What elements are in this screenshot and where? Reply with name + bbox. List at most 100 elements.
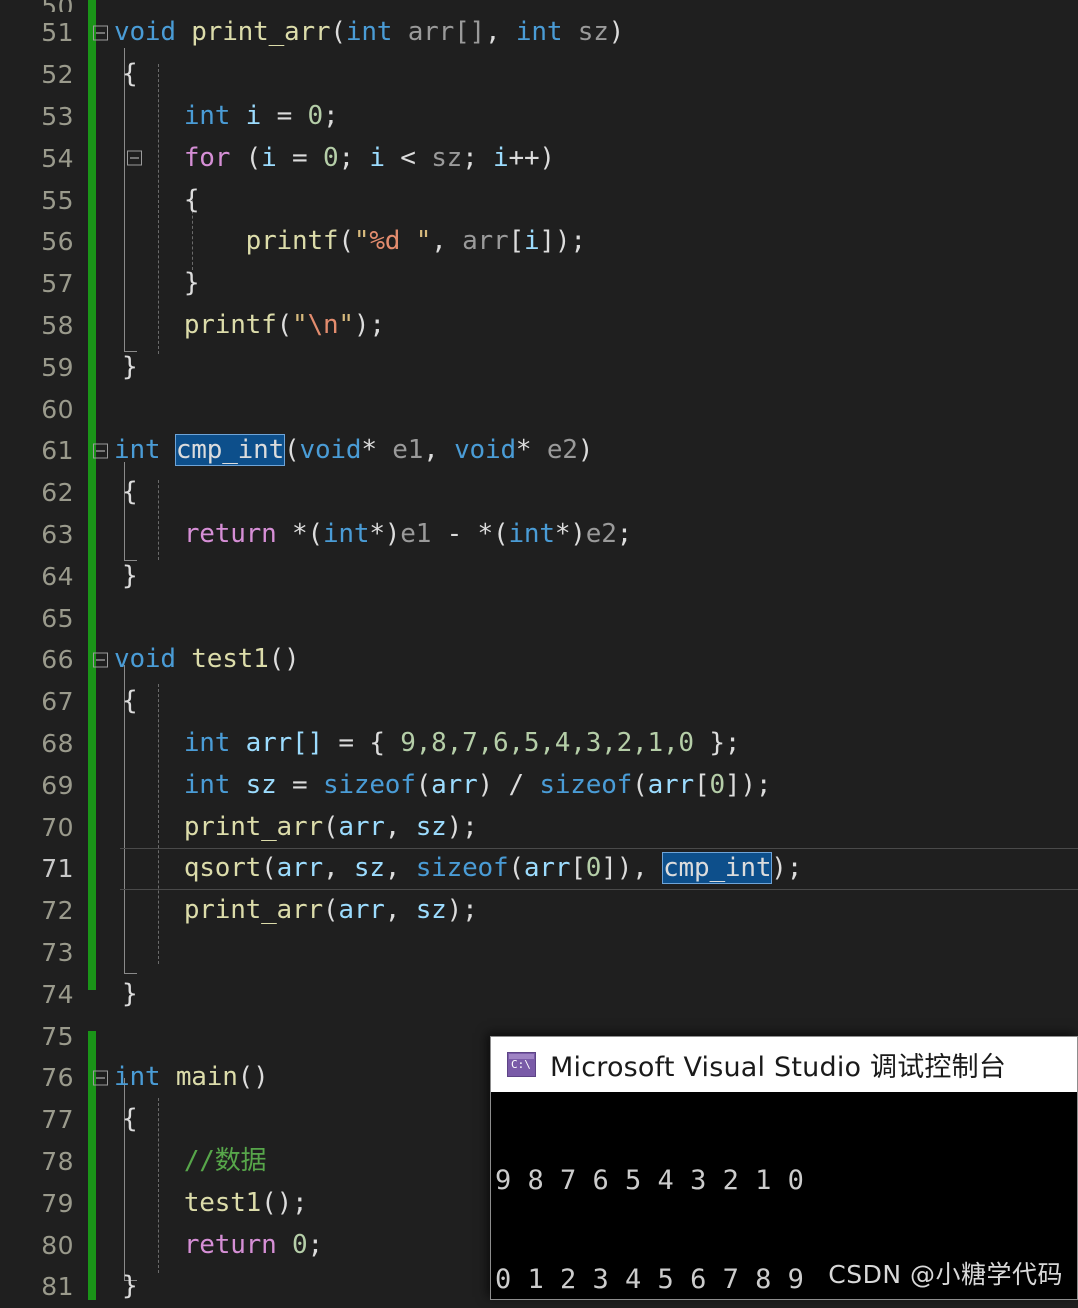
console-title-bar[interactable]: C:\ Microsoft Visual Studio 调试控制台 (491, 1037, 1077, 1092)
fold-gutter (86, 514, 114, 556)
fold-gutter (86, 263, 114, 305)
code-line-56[interactable]: 56 printf("%d ", arr[i]); (0, 221, 1078, 263)
fold-gutter[interactable] (120, 137, 148, 179)
code-text: return *(int*)e1 - *(int*)e2; (183, 518, 633, 549)
code-line-67[interactable]: 67 { (0, 681, 1078, 723)
code-line-63[interactable]: 63 return *(int*)e1 - *(int*)e2; (0, 514, 1078, 556)
selected-identifier[interactable]: cmp_int (174, 434, 286, 467)
code-text: } (122, 560, 138, 591)
code-text: } (183, 268, 200, 299)
selected-identifier[interactable]: cmp_int (662, 852, 773, 885)
fold-gutter (86, 96, 114, 138)
fold-gutter (86, 388, 114, 430)
line-number: 68 (41, 728, 74, 758)
code-line-72[interactable]: 72 print_arr(arr, sz); (0, 890, 1078, 932)
collapse-icon[interactable] (127, 150, 142, 166)
line-number: 64 (41, 561, 74, 591)
code-text: print_arr(arr, sz); (183, 895, 478, 926)
code-line-50[interactable]: 50 (0, 0, 1078, 12)
line-number: 57 (41, 269, 74, 299)
line-number: 74 (41, 979, 74, 1009)
collapse-icon[interactable] (93, 25, 108, 41)
code-text: void test1() (114, 644, 300, 675)
code-line-74[interactable]: 74 } (0, 973, 1078, 1015)
console-title-text: Microsoft Visual Studio 调试控制台 (550, 1052, 1007, 1083)
console-output-line-1: 9 8 7 6 5 4 3 2 1 0 (495, 1165, 804, 1196)
line-number: 55 (41, 185, 74, 215)
code-text: } (122, 978, 138, 1009)
code-line-52[interactable]: 52 { (0, 54, 1078, 96)
fold-gutter[interactable] (86, 12, 114, 54)
code-line-73[interactable]: 73 (0, 932, 1078, 974)
line-number: 73 (41, 937, 74, 967)
fold-gutter (86, 1099, 114, 1141)
line-number: 51 (41, 18, 74, 48)
fold-gutter (86, 221, 114, 263)
fold-gutter (86, 179, 114, 221)
code-line-55[interactable]: 55 { (0, 179, 1078, 221)
line-number: 81 (41, 1272, 74, 1302)
fold-gutter[interactable] (86, 430, 114, 472)
fold-gutter (86, 305, 114, 347)
tok-format-spec: %d (369, 226, 401, 257)
debug-console-window[interactable]: C:\ Microsoft Visual Studio 调试控制台 9 8 7 … (490, 1036, 1078, 1300)
tok-comment: //数据 (183, 1145, 267, 1176)
code-text: for (i = 0; i < sz; i++) (183, 142, 555, 173)
code-text: { (122, 1104, 138, 1135)
code-text: return 0; (183, 1229, 323, 1260)
code-text: { (183, 184, 200, 215)
code-text: int i = 0; (183, 100, 339, 131)
fold-gutter (86, 973, 114, 1015)
line-number: 69 (41, 770, 74, 800)
code-line-65[interactable]: 65 (0, 597, 1078, 639)
fold-gutter (86, 681, 114, 723)
code-line-58[interactable]: 58 printf("\n"); (0, 305, 1078, 347)
code-line-64[interactable]: 64 } (0, 555, 1078, 597)
code-line-54[interactable]: 54 for (i = 0; i < sz; i++) (0, 137, 1078, 179)
code-text: //数据 (114, 1141, 267, 1182)
fold-gutter[interactable] (86, 639, 114, 681)
fold-gutter[interactable] (86, 1057, 114, 1099)
code-text: } (122, 351, 138, 382)
code-text: { (122, 59, 138, 90)
code-line-68[interactable]: 68 int arr[] = { 9,8,7,6,5,4,3,2,1,0 }; (0, 723, 1078, 765)
code-line-71-current[interactable]: 71 qsort(arr, sz, sizeof(arr[0]), cmp_in… (0, 847, 1078, 890)
line-number: 65 (41, 603, 74, 633)
fold-gutter (86, 555, 114, 597)
code-line-53[interactable]: 53 int i = 0; (0, 96, 1078, 138)
line-number: 77 (41, 1105, 74, 1135)
code-text: int sz = sizeof(arr) / sizeof(arr[0]); (183, 769, 772, 800)
code-line-59[interactable]: 59 } (0, 346, 1078, 388)
code-line-69[interactable]: 69 int sz = sizeof(arr) / sizeof(arr[0])… (0, 764, 1078, 806)
code-line-51[interactable]: 51 void print_arr(int arr[], int sz) (0, 12, 1078, 54)
line-number: 52 (41, 60, 74, 90)
code-line-60[interactable]: 60 (0, 388, 1078, 430)
line-number: 59 (41, 352, 74, 382)
fold-gutter (86, 1015, 114, 1057)
code-text: qsort(arr, sz, sizeof(arr[0]), cmp_int); (183, 852, 803, 885)
code-line-57[interactable]: 57 } (0, 263, 1078, 305)
fold-gutter (86, 848, 114, 890)
collapse-icon[interactable] (93, 1070, 108, 1086)
console-icon-label: C:\ (511, 1058, 531, 1071)
line-number: 60 (41, 394, 74, 424)
fold-gutter (86, 472, 114, 514)
fold-gutter (86, 597, 114, 639)
code-line-62[interactable]: 62 { (0, 472, 1078, 514)
line-number: 71 (41, 854, 74, 884)
line-number: 54 (41, 143, 74, 173)
collapse-icon[interactable] (93, 652, 108, 668)
tok-test1: test1 (191, 644, 269, 675)
line-number: 79 (41, 1188, 74, 1218)
line-number: 67 (41, 687, 74, 717)
line-number: 78 (41, 1146, 74, 1176)
tok-escape: \n (307, 309, 339, 340)
tok-array-values: 9,8,7,6,5,4,3,2,1,0 (400, 727, 694, 758)
code-line-70[interactable]: 70 print_arr(arr, sz); (0, 806, 1078, 848)
code-line-66[interactable]: 66 void test1() (0, 639, 1078, 681)
collapse-icon[interactable] (93, 443, 108, 459)
tok-qsort: qsort (183, 853, 262, 884)
fold-gutter (86, 1224, 114, 1266)
code-line-61[interactable]: 61 int cmp_int(void* e1, void* e2) (0, 430, 1078, 472)
line-number: 66 (41, 645, 74, 675)
